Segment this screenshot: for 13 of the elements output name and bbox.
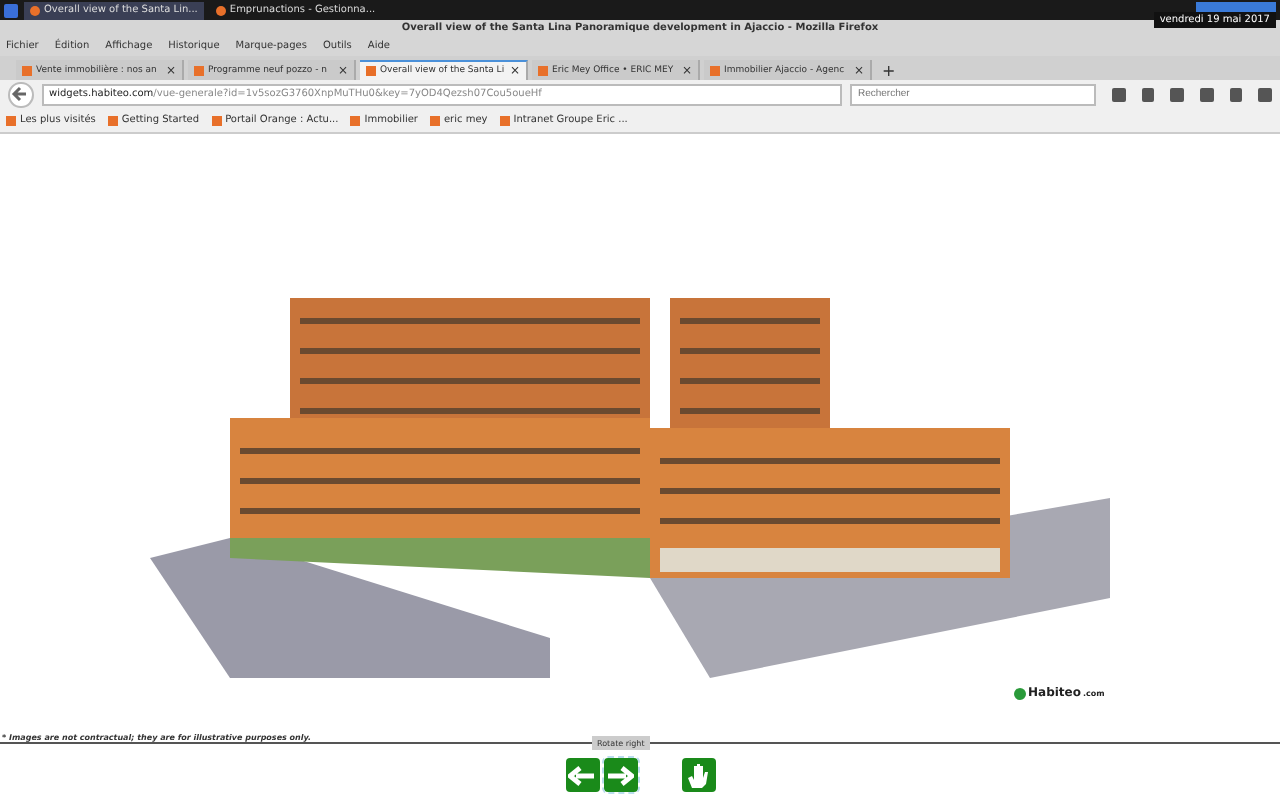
start-icon[interactable] (4, 3, 18, 17)
favicon-icon (538, 65, 548, 75)
favicon-icon (710, 65, 720, 75)
browser-icon (30, 5, 40, 15)
favicon-icon (366, 66, 376, 76)
favicon-icon (194, 65, 204, 75)
new-tab-button[interactable]: + (876, 62, 902, 80)
rotate-left-button[interactable] (565, 758, 599, 792)
rotate-right-button[interactable] (603, 758, 637, 792)
favicon-icon (22, 65, 32, 75)
browser-icon (215, 5, 226, 15)
back-icon[interactable] (8, 81, 34, 107)
hand-button[interactable] (681, 758, 715, 792)
